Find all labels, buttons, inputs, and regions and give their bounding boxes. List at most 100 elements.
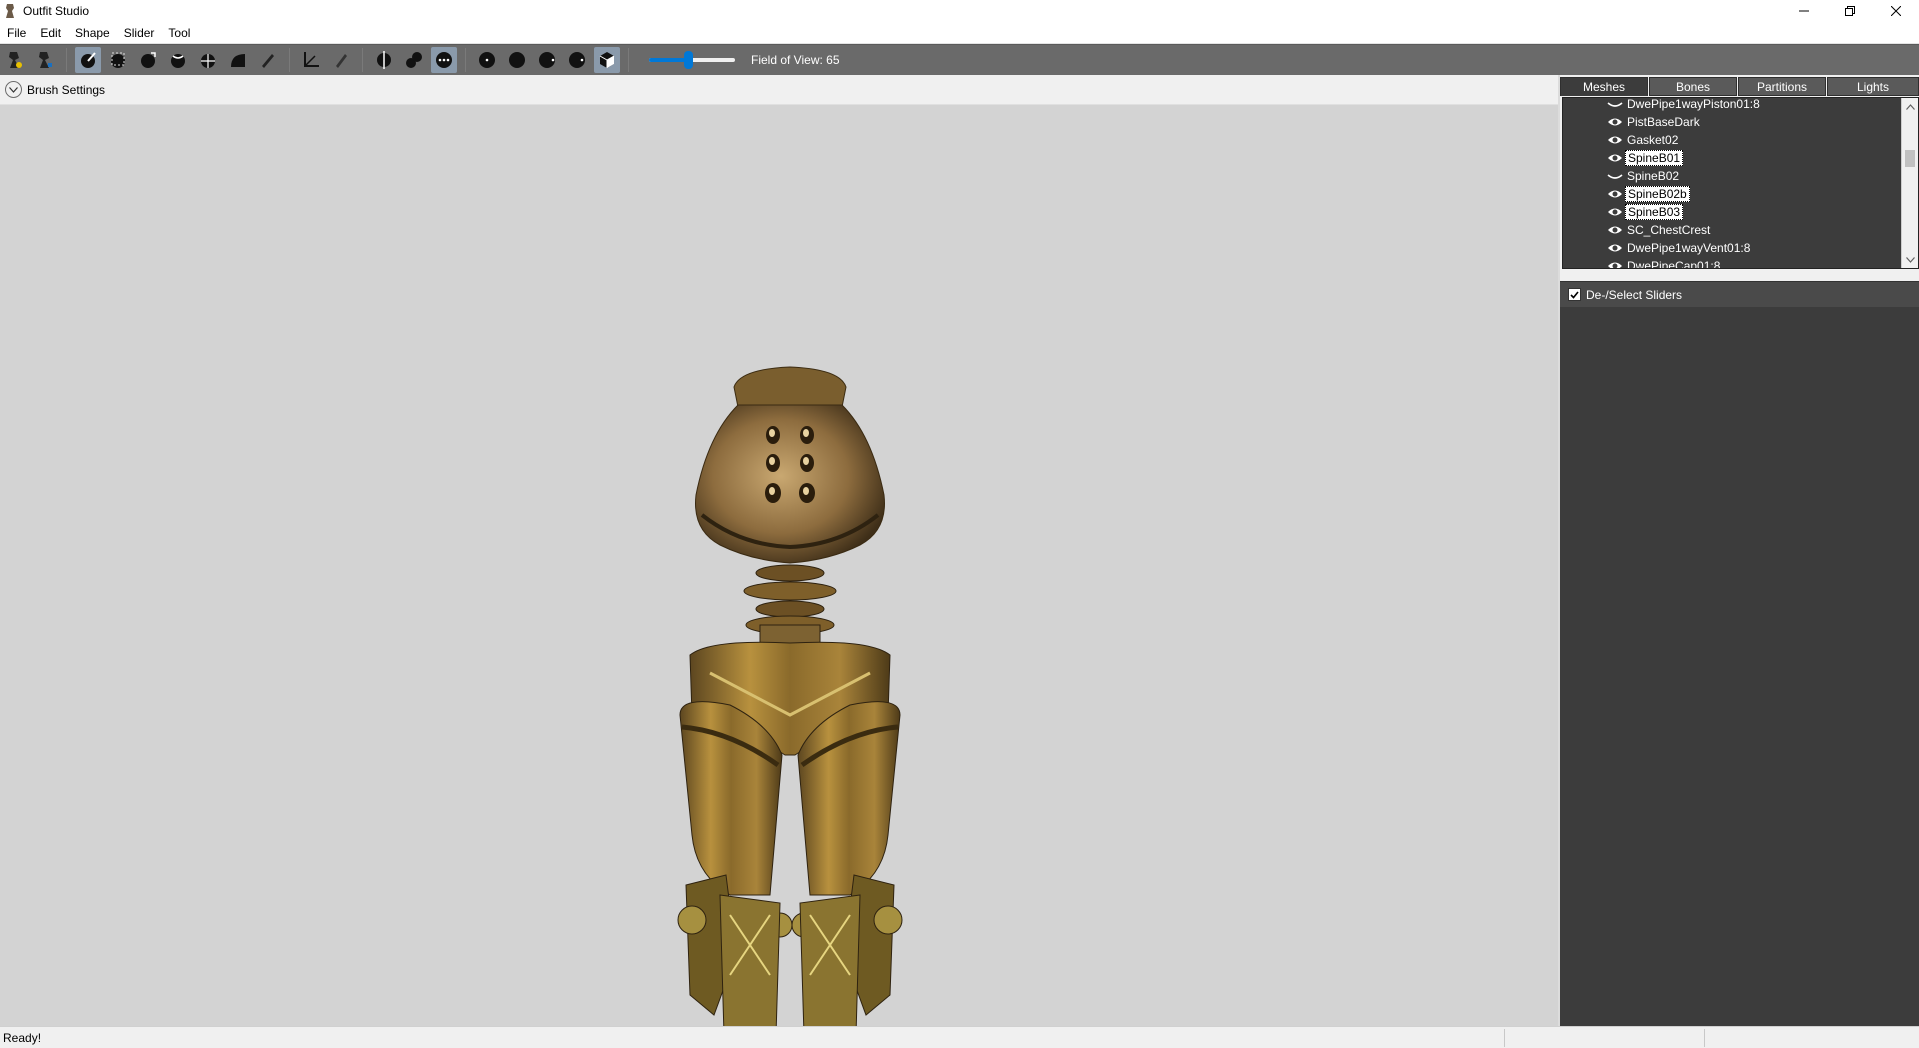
transform-icon xyxy=(304,52,319,67)
inflate-icon xyxy=(141,52,156,68)
mesh-row-selected[interactable]: SpineB03 xyxy=(1563,203,1684,221)
transform-button[interactable] xyxy=(298,47,324,73)
perspective-button[interactable] xyxy=(594,47,620,73)
close-button[interactable] xyxy=(1873,0,1919,22)
window-controls xyxy=(1781,0,1919,22)
status-divider xyxy=(1704,1029,1705,1047)
view-front-button[interactable] xyxy=(474,47,500,73)
fov-slider-track xyxy=(649,51,735,69)
brush-standard-icon xyxy=(81,52,96,68)
outfit-model-render xyxy=(677,366,903,1035)
menu-bar: File Edit Shape Slider Tool xyxy=(0,22,1919,44)
view-left-icon xyxy=(539,52,555,68)
brush-standard-button[interactable] xyxy=(75,47,101,73)
connected-only-button[interactable] xyxy=(401,47,427,73)
brush-smooth-button[interactable] xyxy=(225,47,251,73)
load-reference-button[interactable] xyxy=(32,47,58,73)
tab-meshes[interactable]: Meshes xyxy=(1560,77,1648,96)
eye-icon[interactable] xyxy=(1607,152,1623,164)
view-back-button[interactable] xyxy=(504,47,530,73)
deselect-sliders-label: De-/Select Sliders xyxy=(1586,287,1683,302)
mesh-row-selected[interactable]: SpineB02b xyxy=(1563,185,1690,203)
eye-icon[interactable] xyxy=(1607,260,1623,269)
mesh-row[interactable]: DwePipeCap01:8 xyxy=(1563,257,1722,269)
mesh-row[interactable]: PistBaseDark xyxy=(1563,113,1702,131)
toolbar-separator xyxy=(465,48,466,72)
symmetry-x-button[interactable] xyxy=(371,47,397,73)
move-icon xyxy=(201,54,215,68)
global-brush-button[interactable] xyxy=(431,47,457,73)
tab-lights[interactable]: Lights xyxy=(1827,77,1919,96)
toolbar-separator xyxy=(628,48,629,72)
view-left-button[interactable] xyxy=(534,47,560,73)
status-divider xyxy=(1504,1029,1505,1047)
viewport[interactable]: Brush Settings xyxy=(0,75,1558,1035)
mesh-row[interactable]: DwePipe1wayPiston01:8 xyxy=(1563,97,1762,113)
minimize-button[interactable] xyxy=(1781,0,1827,22)
view-right-icon xyxy=(569,52,585,68)
brush-settings-label: Brush Settings xyxy=(27,82,106,97)
brush-inflate-button[interactable] xyxy=(135,47,161,73)
view-back-icon xyxy=(509,52,525,68)
slider-list[interactable] xyxy=(1560,307,1919,1026)
menu-shape[interactable]: Shape xyxy=(68,23,117,43)
mesh-row[interactable]: Gasket02 xyxy=(1563,131,1680,149)
eye-closed-icon[interactable] xyxy=(1607,98,1623,110)
brush-weight-button[interactable] xyxy=(255,47,281,73)
mesh-name: Gasket02 xyxy=(1627,133,1679,147)
pivot-button[interactable] xyxy=(328,47,354,73)
tab-bones[interactable]: Bones xyxy=(1649,77,1737,96)
brush-mask-button[interactable] xyxy=(105,47,131,73)
brush-deflate-button[interactable] xyxy=(165,47,191,73)
brush-move-button[interactable] xyxy=(195,47,221,73)
menu-tool[interactable]: Tool xyxy=(161,23,197,43)
fov-slider-thumb[interactable] xyxy=(684,51,693,69)
view-right-button[interactable] xyxy=(564,47,590,73)
mesh-name: DwePipe1wayVent01:8 xyxy=(1627,241,1751,255)
eye-closed-icon[interactable] xyxy=(1607,170,1623,182)
view-front-icon xyxy=(479,52,495,68)
mesh-name: SpineB02 xyxy=(1627,169,1680,183)
menu-slider[interactable]: Slider xyxy=(117,23,162,43)
tab-partitions[interactable]: Partitions xyxy=(1738,77,1826,96)
eye-icon[interactable] xyxy=(1607,206,1623,218)
scroll-up-button[interactable] xyxy=(1902,98,1918,115)
eye-icon[interactable] xyxy=(1607,224,1623,236)
eye-icon[interactable] xyxy=(1607,242,1623,254)
eye-icon[interactable] xyxy=(1607,116,1623,128)
mesh-name: DwePipe1wayPiston01:8 xyxy=(1627,97,1760,111)
scroll-down-button[interactable] xyxy=(1902,251,1918,268)
title-bar: Outfit Studio xyxy=(0,0,1919,22)
brush-settings-toggle[interactable] xyxy=(5,81,22,98)
global-brush-icon xyxy=(436,52,452,68)
mesh-row[interactable]: SpineB02 xyxy=(1563,167,1681,185)
connected-icon xyxy=(406,52,422,68)
restore-button[interactable] xyxy=(1827,0,1873,22)
app-icon xyxy=(6,4,14,18)
mesh-name: SpineB03 xyxy=(1625,204,1684,220)
menu-file[interactable]: File xyxy=(0,23,33,43)
menu-edit[interactable]: Edit xyxy=(33,23,68,43)
reference-icon xyxy=(39,52,52,68)
eye-icon[interactable] xyxy=(1607,134,1623,146)
mesh-list-scrollbar[interactable] xyxy=(1901,98,1918,268)
mesh-row[interactable]: SC_ChestCrest xyxy=(1563,221,1712,239)
mesh-row-selected[interactable]: SpineB01 xyxy=(1563,149,1684,167)
toolbar: Field of View: 65 xyxy=(0,44,1919,75)
status-text: Ready! xyxy=(3,1030,42,1045)
fov-slider[interactable] xyxy=(649,50,739,70)
scroll-thumb[interactable] xyxy=(1905,150,1915,167)
load-outfit-button[interactable] xyxy=(2,47,28,73)
eye-icon[interactable] xyxy=(1607,188,1623,200)
pencil-icon xyxy=(336,54,347,68)
sliders-header: De-/Select Sliders xyxy=(1560,281,1919,307)
mesh-name: SpineB02b xyxy=(1625,186,1690,202)
mesh-row[interactable]: DwePipe1wayVent01:8 xyxy=(1563,239,1752,257)
chevron-down-icon xyxy=(9,86,18,93)
deselect-sliders-checkbox[interactable] xyxy=(1568,288,1581,301)
mesh-list[interactable]: DwePipe1wayPiston01:8 PistBaseDark Gaske… xyxy=(1562,97,1919,269)
window-title: Outfit Studio xyxy=(23,4,90,18)
panel-tabs: Meshes Bones Partitions Lights xyxy=(1560,77,1919,97)
status-bar: Ready! xyxy=(0,1026,1919,1048)
mask-icon xyxy=(111,52,125,68)
